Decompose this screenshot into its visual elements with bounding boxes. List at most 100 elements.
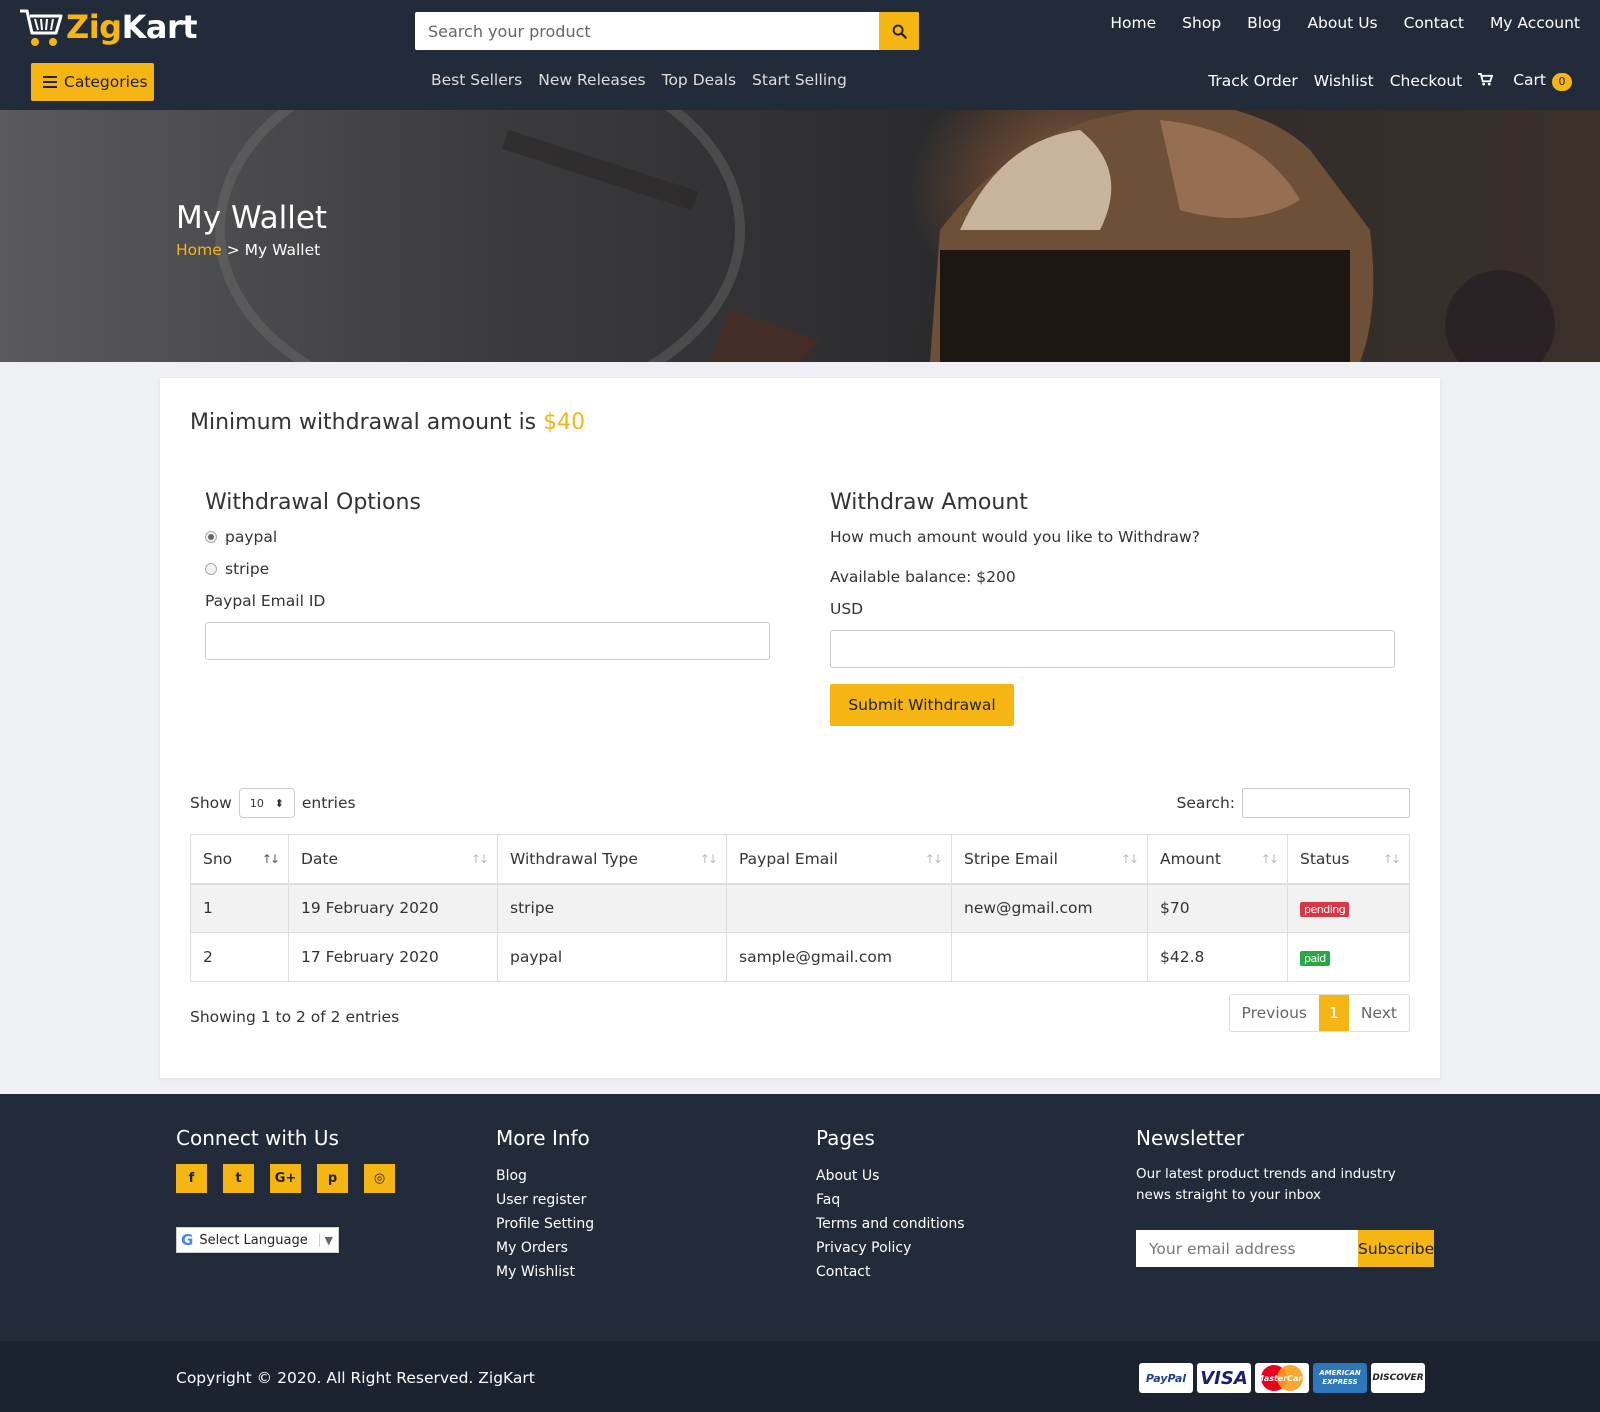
footer-more-info-title: More Info — [496, 1126, 590, 1150]
nav-blog[interactable]: Blog — [1247, 14, 1281, 32]
discover-card-icon: DISCOVER — [1371, 1363, 1425, 1393]
radio-stripe-indicator[interactable] — [205, 563, 217, 575]
footer-link-blog[interactable]: Blog — [496, 1164, 594, 1188]
cell-type: paypal — [497, 932, 727, 982]
col-amount[interactable]: Amount ↑↓ — [1147, 834, 1288, 885]
sort-icon: ↑↓ — [470, 852, 489, 866]
footer-connect: Connect with Us f t G+ p ◎ G Select Lang… — [176, 1126, 395, 1253]
cell-status: paid — [1287, 932, 1410, 982]
page-size-control: Show 10 ⬍ entries — [190, 788, 356, 818]
nav-wishlist[interactable]: Wishlist — [1314, 72, 1374, 90]
footer-pages: Pages About Us Faq Terms and conditions … — [816, 1126, 965, 1284]
nav-new-releases[interactable]: New Releases — [538, 71, 645, 89]
pagination-page-1[interactable]: 1 — [1319, 995, 1349, 1031]
search-bar — [415, 12, 919, 50]
newsletter-text: Our latest product trends and industry n… — [1136, 1166, 1396, 1203]
footer-link-about-us[interactable]: About Us — [816, 1164, 965, 1188]
breadcrumb: Home > My Wallet — [176, 241, 320, 259]
copyright-bar: Copyright © 2020. All Right Reserved. Zi… — [0, 1341, 1600, 1412]
col-status[interactable]: Status ↑↓ — [1287, 834, 1410, 885]
pagination-next[interactable]: Next — [1349, 995, 1409, 1031]
nav-shop[interactable]: Shop — [1182, 14, 1221, 32]
cell-date: 19 February 2020 — [288, 883, 498, 933]
footer-newsletter-title: Newsletter — [1136, 1126, 1245, 1150]
site-footer: Connect with Us f t G+ p ◎ G Select Lang… — [0, 1094, 1600, 1341]
col-stripe-email[interactable]: Stripe Email ↑↓ — [951, 834, 1148, 885]
status-badge: paid — [1300, 951, 1330, 966]
footer-link-contact[interactable]: Contact — [816, 1260, 965, 1284]
footer-link-terms[interactable]: Terms and conditions — [816, 1212, 965, 1236]
logo[interactable]: ZigKart — [18, 4, 198, 50]
withdrawal-options-title: Withdrawal Options — [205, 490, 421, 515]
sort-asc-icon: ↑↓ — [261, 852, 280, 866]
search-input[interactable] — [415, 12, 879, 50]
footer-link-my-orders[interactable]: My Orders — [496, 1236, 594, 1260]
col-date[interactable]: Date ↑↓ — [288, 834, 498, 885]
sort-icon: ↑↓ — [1382, 852, 1401, 866]
col-paypal-email[interactable]: Paypal Email ↑↓ — [726, 834, 952, 885]
cart-label: Cart — [1513, 71, 1546, 89]
nav-best-sellers[interactable]: Best Sellers — [431, 71, 522, 89]
submit-withdrawal-button[interactable]: Submit Withdrawal — [830, 684, 1014, 726]
instagram-icon[interactable]: ◎ — [364, 1164, 395, 1193]
footer-link-user-register[interactable]: User register — [496, 1188, 594, 1212]
paypal-card-icon: PayPal — [1139, 1363, 1193, 1393]
google-plus-icon[interactable]: G+ — [270, 1164, 301, 1193]
page-size-select[interactable]: 10 ⬍ — [238, 788, 295, 818]
search-button[interactable] — [879, 12, 919, 50]
breadcrumb-home-link[interactable]: Home — [176, 241, 222, 259]
col-withdrawal-type[interactable]: Withdrawal Type ↑↓ — [497, 834, 727, 885]
twitter-icon[interactable]: t — [223, 1164, 254, 1193]
sort-icon: ↑↓ — [924, 852, 943, 866]
footer-link-privacy[interactable]: Privacy Policy — [816, 1236, 965, 1260]
radio-paypal[interactable]: paypal — [205, 528, 277, 546]
brand-name: ZigKart — [66, 8, 198, 46]
pagination: Previous 1 Next — [1228, 994, 1410, 1032]
shopping-cart-icon — [1478, 73, 1494, 86]
radio-stripe[interactable]: stripe — [205, 560, 269, 578]
footer-link-my-wishlist[interactable]: My Wishlist — [496, 1260, 594, 1284]
payment-methods: PayPal VISA MasterCard AMERICAN EXPRESS … — [1139, 1363, 1425, 1393]
top-nav: Home Shop Blog About Us Contact My Accou… — [1084, 14, 1580, 32]
withdraw-amount-title: Withdraw Amount — [830, 490, 1028, 515]
radio-paypal-indicator[interactable] — [205, 531, 217, 543]
sort-icon: ↑↓ — [1260, 852, 1279, 866]
pinterest-icon[interactable]: p — [317, 1164, 348, 1193]
footer-pages-title: Pages — [816, 1126, 875, 1150]
newsletter-email-input[interactable] — [1136, 1230, 1358, 1267]
sort-icon: ↑↓ — [1120, 852, 1139, 866]
table-search-input[interactable] — [1242, 788, 1410, 818]
paypal-email-input[interactable] — [205, 622, 770, 660]
paypal-email-label: Paypal Email ID — [205, 592, 326, 610]
nav-cart[interactable]: Cart 0 — [1478, 71, 1572, 91]
nav-about-us[interactable]: About Us — [1307, 14, 1377, 32]
footer-more-info: More Info Blog User register Profile Set… — [496, 1126, 594, 1284]
language-select[interactable]: G Select Language ▼ — [176, 1227, 339, 1253]
subscribe-button[interactable]: Subscribe — [1358, 1230, 1435, 1267]
nav-start-selling[interactable]: Start Selling — [752, 71, 847, 89]
sort-icon: ↑↓ — [699, 852, 718, 866]
nav-track-order[interactable]: Track Order — [1208, 72, 1298, 90]
facebook-icon[interactable]: f — [176, 1164, 207, 1193]
banner-image — [215, 110, 1555, 362]
breadcrumb-separator: > — [226, 241, 240, 259]
amount-question: How much amount would you like to Withdr… — [830, 528, 1200, 546]
cell-type: stripe — [497, 883, 727, 933]
withdraw-amount-input[interactable] — [830, 630, 1395, 668]
footer-link-profile-setting[interactable]: Profile Setting — [496, 1212, 594, 1236]
nav-top-deals[interactable]: Top Deals — [662, 71, 736, 89]
table-search: Search: — [1177, 788, 1410, 818]
site-header: ZigKart Home Shop Blog About Us Contact … — [0, 0, 1600, 110]
categories-button[interactable]: Categories — [31, 63, 154, 101]
nav-checkout[interactable]: Checkout — [1390, 72, 1463, 90]
cell-sno: 1 — [190, 883, 289, 933]
mastercard-icon: MasterCard — [1255, 1363, 1309, 1393]
breadcrumb-current: My Wallet — [244, 241, 321, 259]
footer-link-faq[interactable]: Faq — [816, 1188, 965, 1212]
col-sno[interactable]: Sno ↑↓ — [190, 834, 289, 885]
nav-contact[interactable]: Contact — [1404, 14, 1464, 32]
nav-my-account[interactable]: My Account — [1490, 14, 1580, 32]
pagination-previous[interactable]: Previous — [1230, 995, 1320, 1031]
nav-home[interactable]: Home — [1110, 14, 1156, 32]
search-icon — [892, 24, 907, 39]
